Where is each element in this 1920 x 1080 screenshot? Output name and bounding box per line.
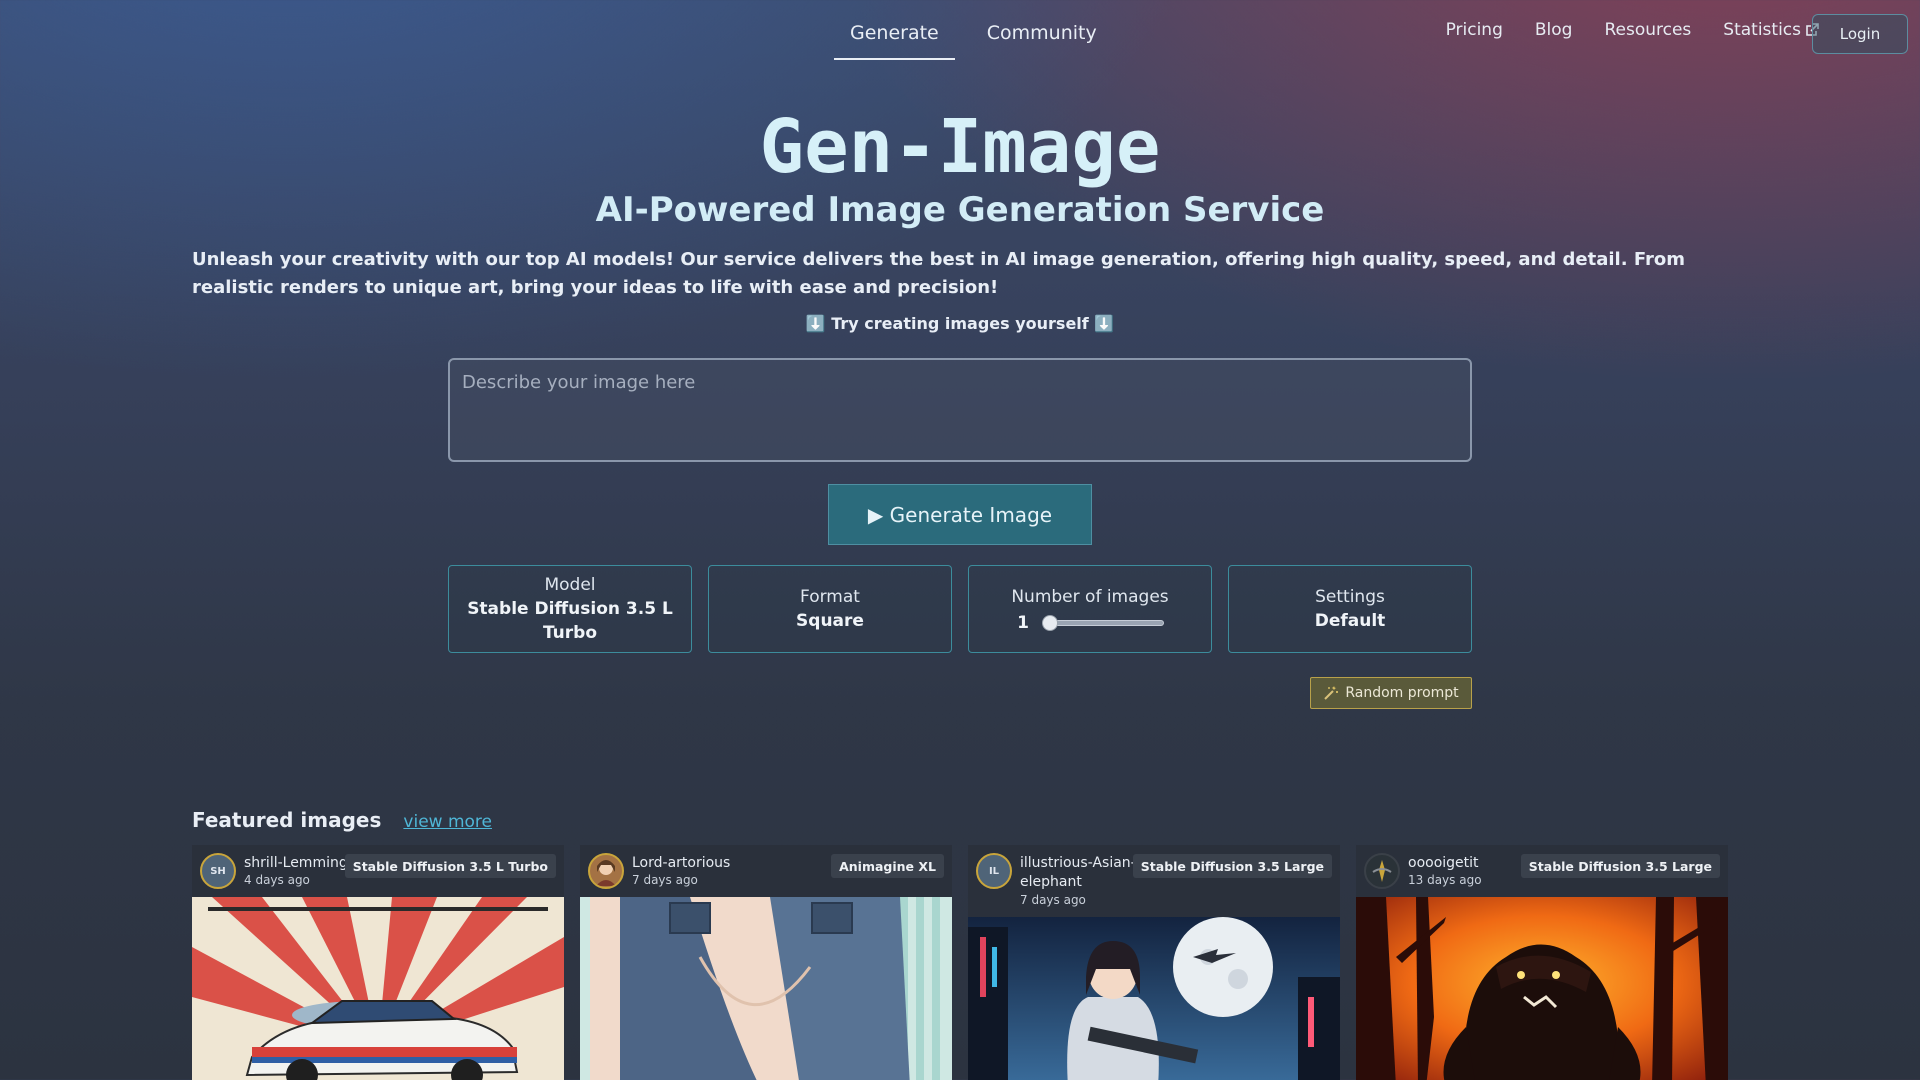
- try-yourself-text: ⬇️ Try creating images yourself ⬇️: [805, 314, 1115, 333]
- slider-thumb[interactable]: [1042, 615, 1058, 631]
- card-header: Lord-artorious 7 days ago Animagine XL: [580, 845, 952, 897]
- card-username[interactable]: shrill-Lemming: [244, 854, 348, 873]
- model-badge: Stable Diffusion 3.5 Large: [1520, 854, 1720, 878]
- page-title: Gen-Image: [759, 104, 1161, 190]
- card-username[interactable]: illustrious-Asian-elephant: [1020, 854, 1140, 892]
- avatar-initials: IL: [988, 865, 1000, 877]
- model-value: Stable Diffusion 3.5 L Turbo: [467, 599, 673, 643]
- anime-overalls-image: [580, 897, 952, 1080]
- nav-links: Pricing Blog Resources Statistics: [1446, 14, 1820, 40]
- card-time: 4 days ago: [244, 873, 310, 887]
- avatar: [1364, 853, 1400, 889]
- featured-card[interactable]: IL illustrious-Asian-elephant 7 days ago…: [968, 845, 1340, 1080]
- generate-image-button[interactable]: ▶ Generate Image: [828, 484, 1092, 545]
- tab-community[interactable]: Community: [971, 14, 1113, 60]
- login-button[interactable]: Login: [1812, 14, 1908, 54]
- avatar-portrait-icon: [596, 860, 616, 886]
- sci-fi-soldier-moon-image: [968, 917, 1340, 1080]
- nav-link-resources[interactable]: Resources: [1604, 14, 1691, 40]
- random-prompt-label: Random prompt: [1345, 685, 1459, 701]
- magic-wand-icon: [1324, 686, 1339, 700]
- nav-link-statistics-label: Statistics: [1723, 20, 1801, 40]
- format-label: Format: [800, 587, 860, 607]
- card-header: SH shrill-Lemming 4 days ago Stable Diff…: [192, 845, 564, 897]
- avatar-initials: SH: [210, 865, 226, 877]
- featured-title: Featured images: [192, 808, 382, 832]
- race-car-rising-sun-image: [192, 897, 564, 1080]
- number-of-images-control: Number of images 1: [968, 565, 1212, 653]
- settings-value: Default: [1314, 611, 1386, 631]
- avatar: IL: [976, 853, 1012, 889]
- featured-header: Featured images view more: [192, 808, 492, 832]
- generate-image-label: ▶ Generate Image: [867, 502, 1053, 527]
- avatar-figure-icon: [1372, 860, 1392, 882]
- card-time: 7 days ago: [632, 873, 698, 887]
- settings-selector[interactable]: Settings Default: [1228, 565, 1472, 653]
- number-of-images-slider-row: 1: [1016, 613, 1164, 633]
- view-more-link[interactable]: view more: [403, 812, 492, 832]
- page-subtitle: AI-Powered Image Generation Service: [595, 190, 1325, 230]
- featured-card[interactable]: ooooigetit 13 days ago Stable Diffusion …: [1356, 845, 1728, 1080]
- nav-link-pricing[interactable]: Pricing: [1446, 14, 1503, 40]
- featured-card[interactable]: Lord-artorious 7 days ago Animagine XL: [580, 845, 952, 1080]
- number-of-images-slider[interactable]: [1042, 615, 1164, 631]
- monster-forest-fire-image: [1356, 897, 1728, 1080]
- number-of-images-value: 1: [1017, 613, 1029, 633]
- model-badge: Stable Diffusion 3.5 L Turbo: [344, 854, 556, 878]
- model-badge: Stable Diffusion 3.5 Large: [1132, 854, 1332, 878]
- prompt-input[interactable]: [448, 358, 1472, 462]
- card-time: 7 days ago: [1020, 893, 1086, 907]
- avatar: [588, 853, 624, 889]
- top-nav: Generate Community Pricing Blog Resource…: [0, 0, 1920, 70]
- format-selector[interactable]: Format Square: [708, 565, 952, 653]
- model-label: Model: [544, 575, 596, 595]
- nav-link-statistics[interactable]: Statistics: [1723, 14, 1820, 40]
- tab-generate[interactable]: Generate: [834, 14, 955, 60]
- card-username[interactable]: ooooigetit: [1408, 854, 1479, 873]
- main-tabs: Generate Community: [834, 14, 1113, 60]
- featured-card[interactable]: SH shrill-Lemming 4 days ago Stable Diff…: [192, 845, 564, 1080]
- card-time: 13 days ago: [1408, 873, 1482, 887]
- settings-label: Settings: [1315, 587, 1385, 607]
- hero-description: Unleash your creativity with our top AI …: [192, 249, 1685, 298]
- format-value: Square: [796, 611, 864, 631]
- number-of-images-label: Number of images: [1011, 587, 1169, 607]
- nav-link-blog[interactable]: Blog: [1535, 14, 1573, 40]
- avatar: SH: [200, 853, 236, 889]
- card-header: IL illustrious-Asian-elephant 7 days ago…: [968, 845, 1340, 917]
- random-prompt-button[interactable]: Random prompt: [1310, 677, 1472, 709]
- model-badge: Animagine XL: [831, 854, 944, 878]
- card-username[interactable]: Lord-artorious: [632, 854, 730, 873]
- model-selector[interactable]: Model Stable Diffusion 3.5 L Turbo: [448, 565, 692, 653]
- card-header: ooooigetit 13 days ago Stable Diffusion …: [1356, 845, 1728, 897]
